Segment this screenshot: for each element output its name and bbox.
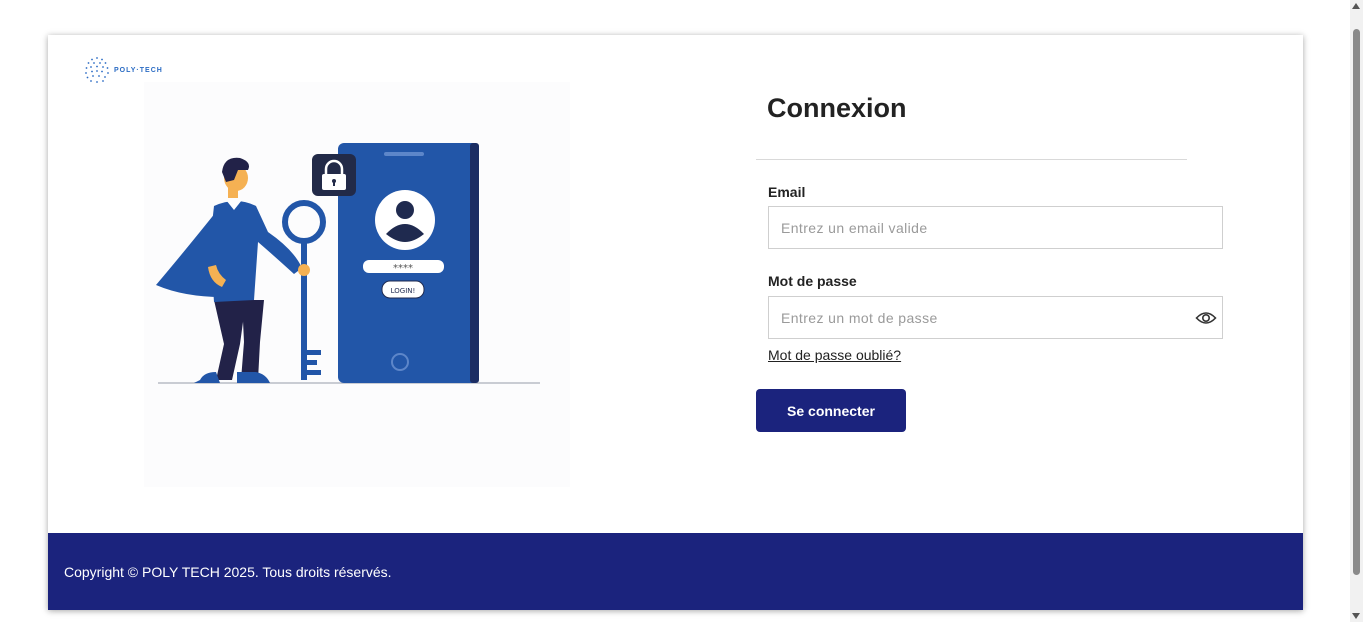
logo-text: POLY·TECH: [114, 66, 163, 74]
login-card: POLY·TECH **** LOGIN! Connexion Email En…: [48, 35, 1303, 610]
footer-copyright: Copyright © POLY TECH 2025. Tous droits …: [64, 563, 392, 580]
footer: Copyright © POLY TECH 2025. Tous droits …: [48, 533, 1303, 610]
phone-edge: [470, 143, 479, 383]
pin-mask: ****: [393, 263, 413, 274]
scroll-down-icon[interactable]: [1352, 613, 1360, 619]
phone-speaker: [384, 152, 424, 156]
password-input[interactable]: [768, 296, 1223, 339]
vertical-scrollbar[interactable]: [1350, 0, 1363, 622]
dotted-globe-icon: [85, 57, 109, 83]
page-title: Connexion: [767, 93, 907, 123]
login-submit-button[interactable]: Se connecter: [756, 389, 906, 432]
brand-logo: POLY·TECH: [84, 56, 163, 84]
email-label: Email: [768, 184, 806, 200]
illus-login-text: LOGIN!: [391, 287, 416, 295]
key-icon: [282, 200, 326, 244]
email-input[interactable]: [768, 206, 1223, 249]
password-label: Mot de passe: [768, 273, 857, 289]
security-illustration: **** LOGIN!: [144, 82, 570, 487]
eye-icon[interactable]: [1195, 310, 1217, 326]
scroll-up-icon[interactable]: [1352, 3, 1360, 9]
title-divider: [756, 159, 1187, 160]
forgot-password-link[interactable]: Mot de passe oublié?: [768, 347, 901, 363]
scrollbar-thumb[interactable]: [1353, 29, 1360, 575]
